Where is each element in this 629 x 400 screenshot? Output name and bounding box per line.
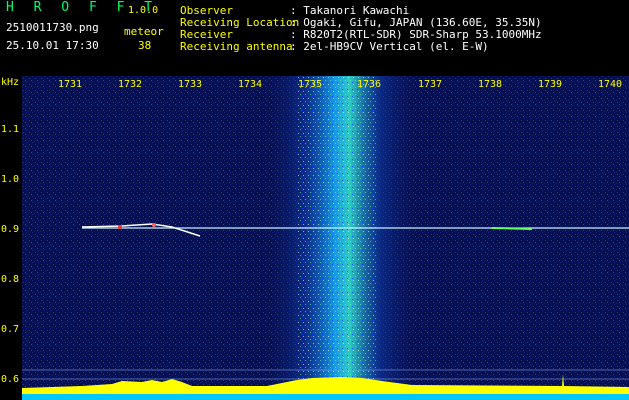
file-name: 2510011730.png [6,21,99,34]
timestamp: 25.10.01 17:30 [6,39,99,52]
info-key-antenna: Receiving antenna [180,40,293,53]
app-version: 1.0.0 [128,5,159,16]
y-axis: kHz 1.1 1.0 0.9 0.8 0.7 0.6 [0,76,22,400]
x-tick-label: 1740 [598,79,623,90]
meteor-echo-peak [118,225,122,229]
power-baseline [22,394,629,400]
header-panel: H R O F F T 1.0.0 2510011730.png 25.10.0… [0,0,629,76]
y-tick-label: 0.8 [1,274,20,285]
y-tick-label: 0.6 [1,374,20,385]
x-tick-label: 1733 [178,79,203,90]
x-tick-label: 1738 [478,79,503,90]
meteor-label: meteor [124,25,164,38]
y-axis-unit: kHz [1,77,20,88]
y-tick-label: 0.9 [1,224,20,235]
x-tick-label: 1732 [118,79,143,90]
x-tick-label: 1736 [357,79,382,90]
interference-speckle [297,76,377,400]
x-tick-label: 1734 [238,79,263,90]
x-tick-label: 1737 [418,79,443,90]
y-tick-label: 0.7 [1,324,20,335]
x-tick-label: 1739 [538,79,563,90]
spectrogram-canvas [22,76,629,400]
meteor-count: 38 [138,39,152,52]
info-value-antenna: : 2el-HB9CV Vertical (el. E-W) [290,40,489,53]
y-tick-label: 1.0 [1,174,20,185]
x-tick-label: 1731 [58,79,83,90]
meteor-echo-peak [152,223,156,227]
meteor-echo [491,227,533,230]
x-tick-label: 1735 [298,79,323,90]
y-tick-label: 1.1 [1,124,20,135]
spectrogram [22,76,629,400]
